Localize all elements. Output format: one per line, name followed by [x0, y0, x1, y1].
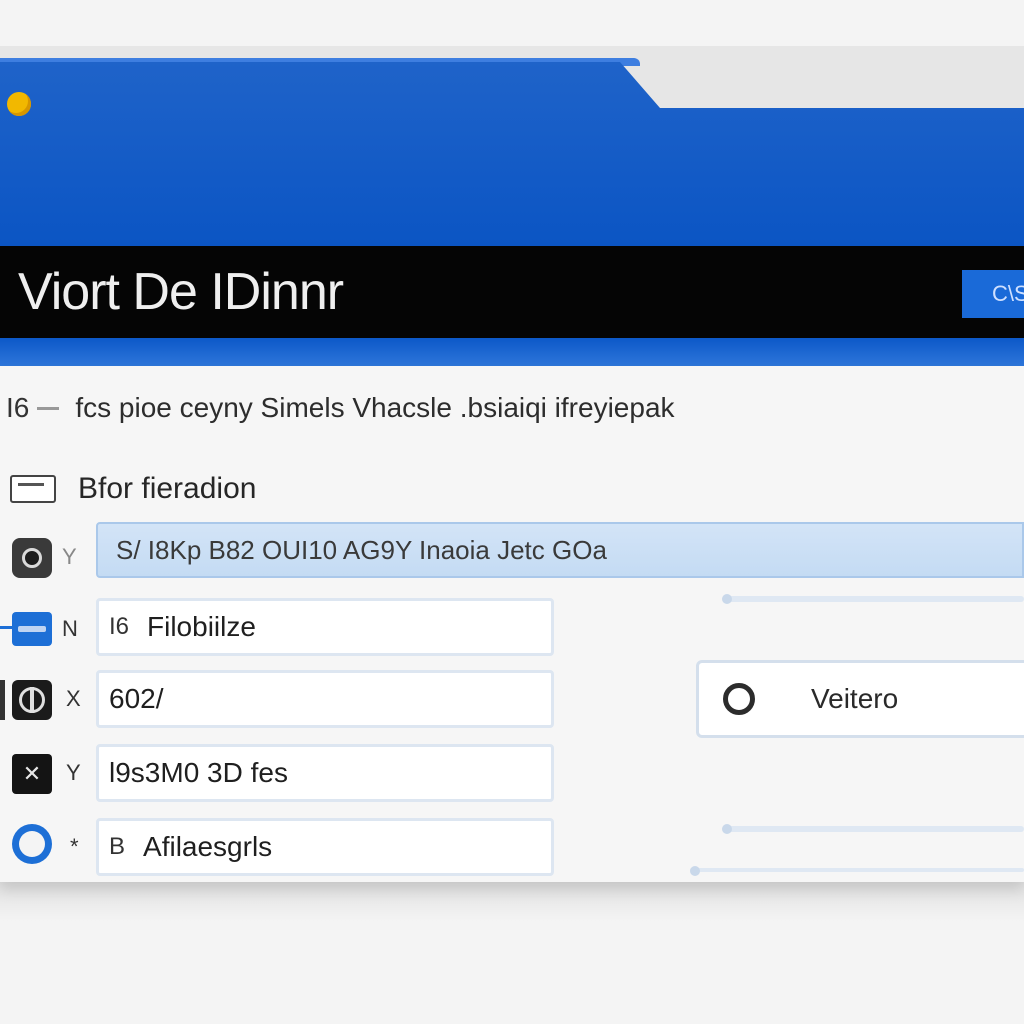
app-window: Viort De IDinnr C\S I6 fcs pioe ceyny Si…: [0, 0, 1024, 1024]
camera-icon[interactable]: [12, 538, 52, 578]
field-value: l9s3M0 3D fes: [109, 757, 288, 788]
row-marker: N: [62, 616, 78, 641]
field-value: Filobiilze: [147, 611, 256, 642]
text-field[interactable]: B Afilaesgrls: [96, 818, 554, 876]
field-value: 602/: [109, 683, 164, 714]
list-item-text: S/ I8Kp B82 OUI10 AG9Y Inaoia Jetc GOa: [116, 534, 607, 565]
row-edge: [0, 680, 5, 720]
list-item-selected[interactable]: S/ I8Kp B82 OUI10 AG9Y Inaoia Jetc GOa: [96, 522, 1024, 578]
text-field[interactable]: 602/: [96, 670, 554, 728]
description-row: I6 fcs pioe ceyny Simels Vhacsle .bsiaiq…: [6, 392, 675, 424]
slider-track[interactable]: [722, 594, 1024, 604]
field-value: Afilaesgrls: [143, 831, 273, 862]
row-marker: *: [70, 834, 79, 859]
window-title: Viort De IDinnr: [18, 263, 344, 321]
text-field[interactable]: l9s3M0 3D fes: [96, 744, 554, 802]
divider-line: [690, 866, 1024, 876]
row-marker: Y: [62, 544, 77, 569]
radio-option[interactable]: Veitero: [696, 660, 1024, 738]
section-title: Bfor fieradion: [78, 472, 257, 505]
globe-icon[interactable]: [12, 680, 52, 720]
radio-button-icon[interactable]: [723, 683, 755, 715]
slider-track[interactable]: [722, 824, 1024, 834]
text-field[interactable]: I6 Filobiilze: [96, 598, 554, 656]
title-underline-band: [0, 338, 1024, 366]
card-icon[interactable]: [12, 612, 52, 646]
section-header: Bfor fieradion: [10, 472, 256, 506]
tools-icon[interactable]: ✕: [12, 754, 52, 794]
field-prefix: B: [109, 833, 126, 860]
radio-option-label: Veitero: [811, 683, 899, 714]
dash-icon: [37, 406, 60, 410]
description-number: I6: [6, 392, 30, 423]
status-dot-icon[interactable]: [7, 92, 31, 116]
title-action-button[interactable]: C\S: [962, 270, 1024, 318]
description-text: fcs pioe ceyny Simels Vhacsle .bsiaiqi i…: [75, 392, 675, 423]
field-prefix: I6: [109, 613, 130, 640]
row-marker: Y: [66, 760, 81, 785]
circle-icon[interactable]: [12, 824, 52, 864]
panel-icon: [10, 475, 56, 503]
row-connector: [0, 626, 14, 629]
window-shadow: [0, 882, 1024, 922]
row-marker: X: [66, 686, 81, 711]
